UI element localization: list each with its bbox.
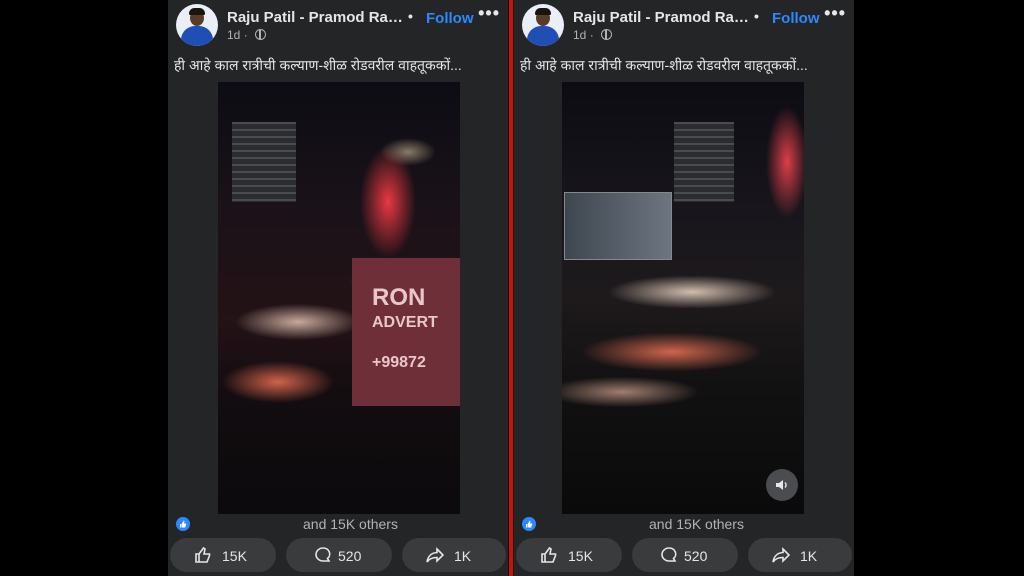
globe-icon (601, 29, 613, 40)
reaction-others-text: and 15K others (649, 516, 744, 532)
separator-dot: • (408, 8, 413, 24)
comment-count: 520 (684, 548, 708, 564)
like-count: 15K (222, 548, 247, 564)
like-reaction-icon (522, 517, 536, 531)
author-avatar[interactable] (176, 4, 218, 46)
billboard: RON ADVERT +99872 (352, 258, 460, 406)
dot: · (243, 28, 252, 42)
post-card-right: Raju Patil - Pramod Ratan Patil • Follow… (514, 0, 854, 576)
like-count: 15K (568, 548, 593, 564)
roadside-board (564, 192, 672, 260)
share-icon (426, 547, 444, 563)
post-card-left: Raju Patil - Pramod Ratan Patil • Follow… (168, 0, 508, 576)
volume-icon (776, 480, 787, 490)
post-meta: 1d · (227, 28, 267, 42)
author-avatar[interactable] (522, 4, 564, 46)
reaction-summary[interactable]: and 15K others (176, 516, 496, 532)
more-icon[interactable]: ••• (478, 3, 500, 24)
building-shape (674, 122, 734, 202)
share-icon (772, 547, 790, 563)
comment-count: 520 (338, 548, 362, 564)
author-name[interactable]: Raju Patil - Pramod Ratan Patil (227, 9, 403, 26)
red-divider (509, 0, 513, 576)
separator-dot: • (754, 8, 759, 24)
comment-icon (661, 547, 677, 562)
post-time[interactable]: 1d (573, 28, 586, 42)
dot: · (589, 28, 598, 42)
billboard-line-2: ADVERT (372, 314, 438, 331)
post-time[interactable]: 1d (227, 28, 240, 42)
reaction-summary[interactable]: and 15K others (522, 516, 842, 532)
building-shape (232, 122, 296, 202)
reaction-others-text: and 15K others (303, 516, 398, 532)
volume-button[interactable] (766, 469, 798, 501)
share-count: 1K (800, 548, 818, 564)
like-icon (195, 546, 211, 563)
follow-button[interactable]: Follow (772, 10, 820, 27)
share-button[interactable]: 1K (402, 538, 506, 572)
billboard-line-1: RON (372, 284, 426, 311)
share-count: 1K (454, 548, 472, 564)
billboard-line-3: +99872 (372, 354, 426, 371)
comment-button[interactable]: 520 (632, 538, 738, 572)
like-icon (541, 546, 557, 563)
more-icon[interactable]: ••• (824, 3, 846, 24)
author-name[interactable]: Raju Patil - Pramod Ratan Patil (573, 9, 749, 26)
comment-icon (315, 547, 331, 562)
post-caption[interactable]: ही आहे काल रात्रीची कल्याण-शीळ रोडवरील व… (174, 56, 494, 75)
like-reaction-icon (176, 517, 190, 531)
follow-button[interactable]: Follow (426, 10, 474, 27)
video-player[interactable]: RON ADVERT +99872 (218, 82, 460, 514)
post-meta: 1d · (573, 28, 613, 42)
comment-button[interactable]: 520 (286, 538, 392, 572)
like-button[interactable]: 15K (170, 538, 276, 572)
video-player[interactable] (562, 82, 804, 514)
globe-icon (255, 29, 267, 40)
share-button[interactable]: 1K (748, 538, 852, 572)
like-button[interactable]: 15K (516, 538, 622, 572)
post-caption[interactable]: ही आहे काल रात्रीची कल्याण-शीळ रोडवरील व… (520, 56, 840, 75)
